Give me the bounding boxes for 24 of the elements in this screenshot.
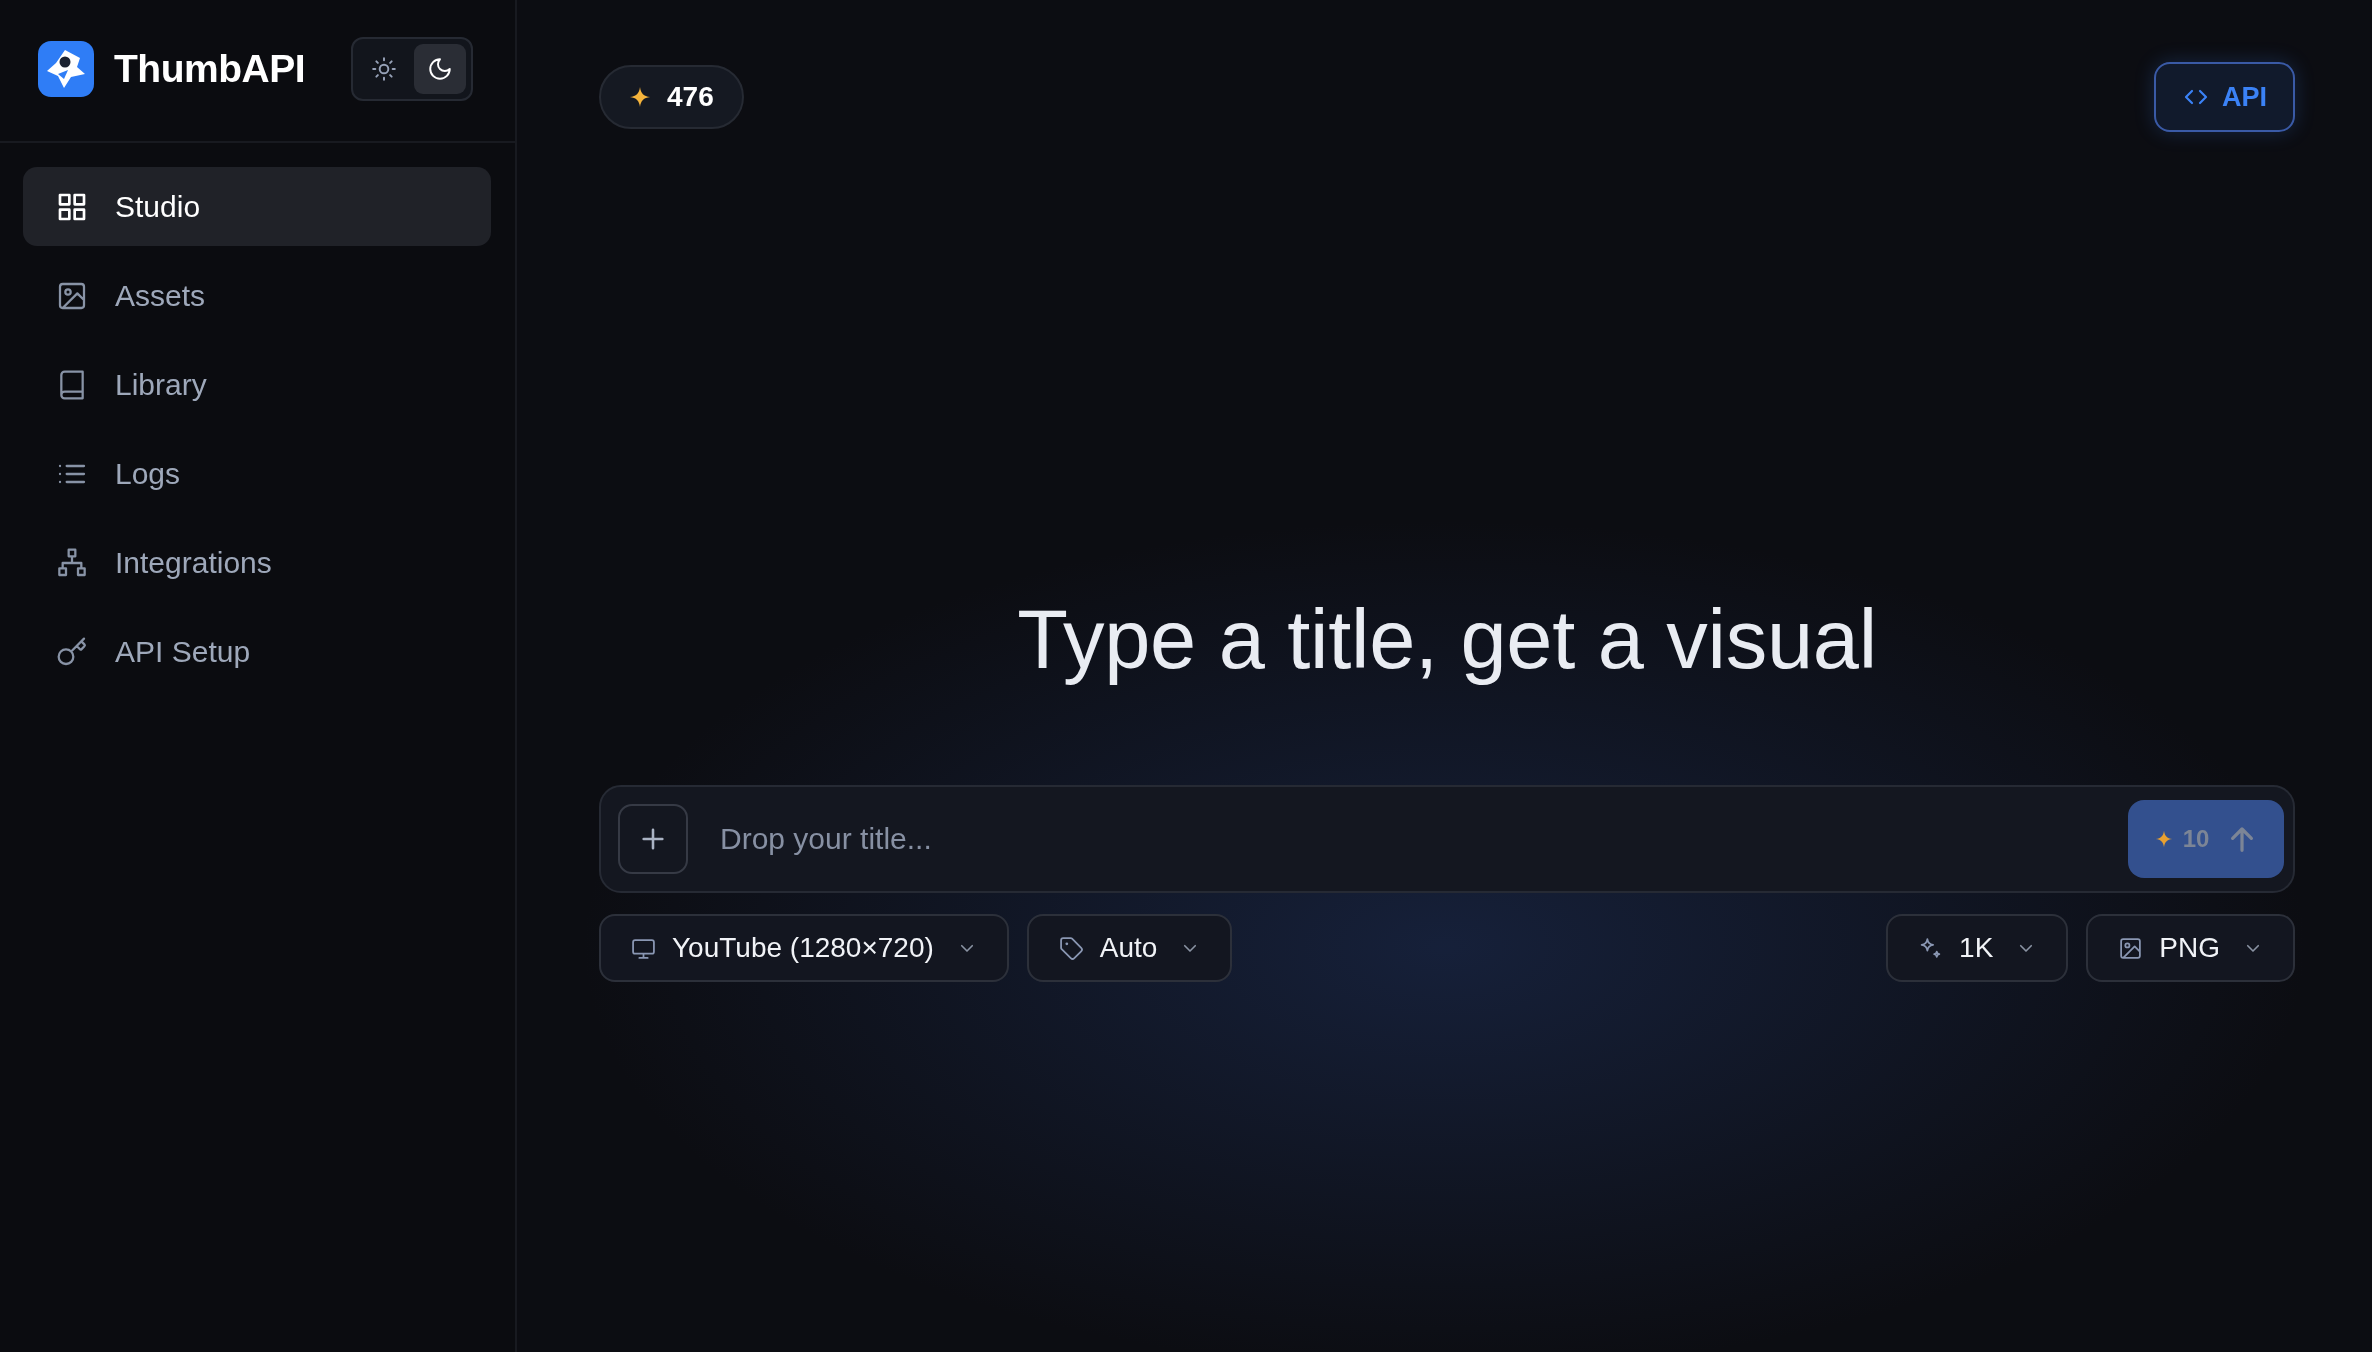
nav-item[interactable]: API Setup <box>23 612 491 691</box>
sun-icon <box>371 55 397 82</box>
credits-count: 476 <box>667 81 714 113</box>
title-input[interactable]: Drop your title... <box>710 804 2106 874</box>
moon-mode-button[interactable] <box>414 43 466 94</box>
nav-item[interactable]: Logs <box>23 434 491 513</box>
brand-name: ThumbAPI <box>114 46 305 91</box>
nav-item[interactable]: Library <box>23 345 491 424</box>
nav-item[interactable]: Assets <box>23 256 491 335</box>
tag-icon <box>1058 935 1084 961</box>
nav-item[interactable]: Integrations <box>23 523 491 602</box>
hierarchy-icon <box>56 546 88 579</box>
option-dropdown[interactable]: YouTube (1280×720) <box>599 914 1009 982</box>
key-icon <box>56 635 88 668</box>
image-icon <box>2118 935 2144 961</box>
sparkle-icon <box>629 86 651 108</box>
nav-item[interactable]: Studio <box>23 167 491 246</box>
hero-title: Type a title, get a visual <box>1016 592 1878 688</box>
logo-icon <box>38 40 94 97</box>
moon-icon <box>427 55 453 82</box>
option-dropdown[interactable]: Auto <box>1026 914 1233 982</box>
option-dropdown[interactable]: 1K <box>1886 914 2069 982</box>
api-button[interactable]: API <box>2154 62 2295 132</box>
option-dropdown[interactable]: PNG <box>2086 914 2295 982</box>
